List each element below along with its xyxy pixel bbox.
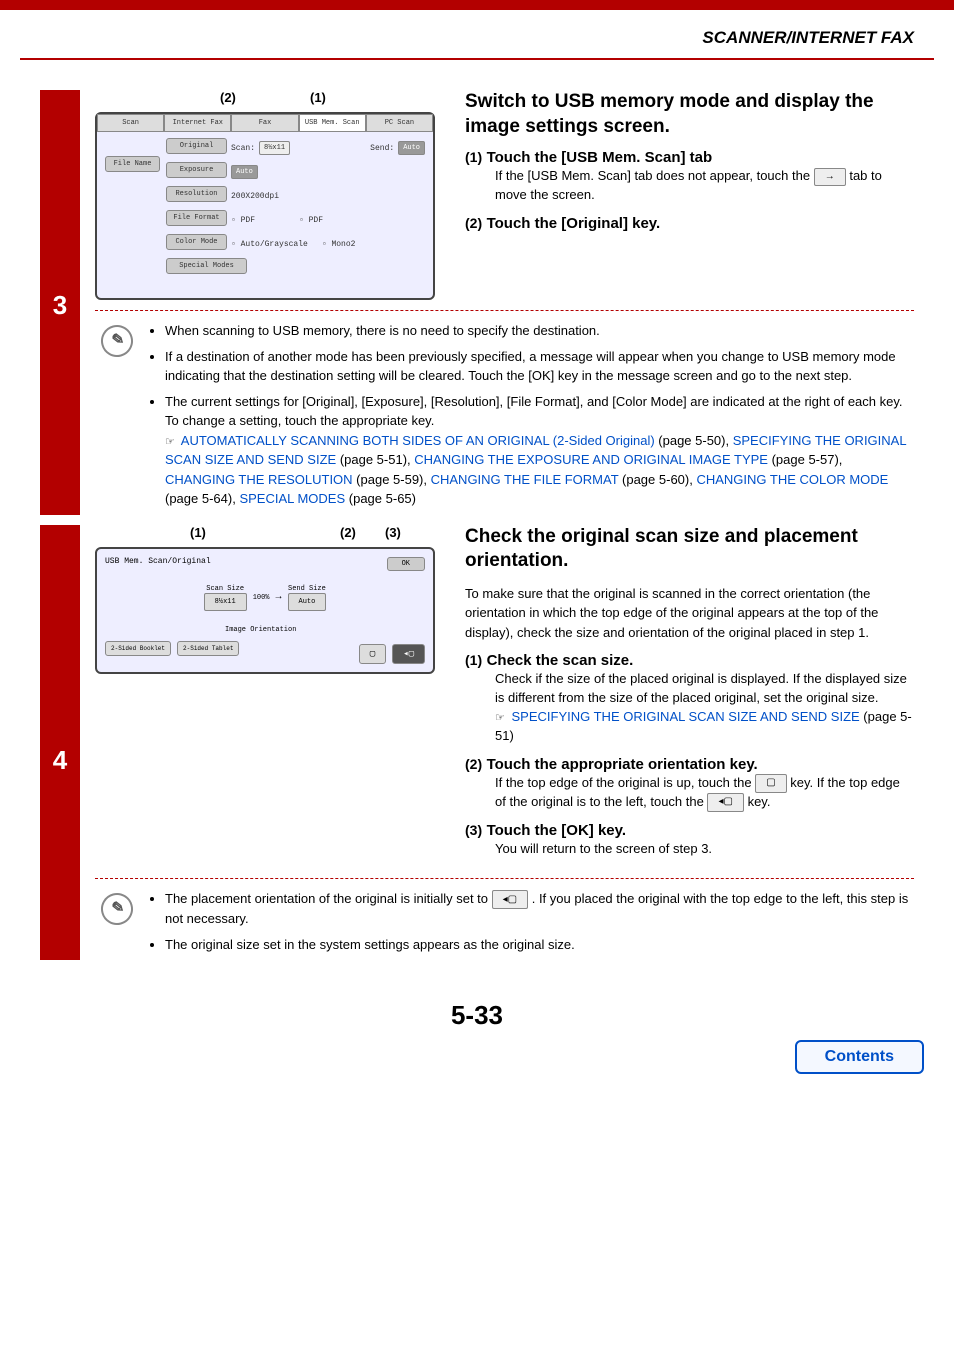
percent-label: 100% (253, 594, 270, 602)
usb-scan-panel: Scan Internet Fax Fax USB Mem. Scan PC S… (95, 112, 435, 300)
scan-size-button[interactable]: 8½x11 (204, 593, 247, 611)
orientation-up-icon: ▢ (755, 774, 786, 793)
original-panel: USB Mem. Scan/Original OK Scan Size 8½x1… (95, 547, 435, 674)
note-item: If a destination of another mode has bee… (165, 347, 914, 386)
panel-tabs: Scan Internet Fax Fax USB Mem. Scan PC S… (97, 114, 433, 132)
step-number: 3 (40, 90, 80, 515)
arrow-right-icon: → (814, 168, 846, 187)
step4-sub3-title: Touch the [OK] key. (487, 822, 626, 839)
step4-sub1-title: Check the scan size. (487, 652, 634, 669)
exposure-button[interactable]: Exposure (166, 162, 227, 178)
step4-sub3-num: (3) (465, 822, 482, 838)
exposure-value: Auto (231, 165, 258, 179)
send-size-label: Send Size (288, 585, 327, 593)
dashed-divider (95, 878, 914, 879)
link-fileformat[interactable]: CHANGING THE FILE FORMAT (431, 472, 619, 487)
step4-sub2-title: Touch the appropriate orientation key. (487, 756, 758, 773)
note-item: When scanning to USB memory, there is no… (165, 321, 914, 341)
callout-3: (3) (385, 525, 401, 540)
file-format-2: PDF (309, 216, 323, 225)
scan-label: Scan: (231, 144, 255, 153)
orientation-left-button[interactable]: ◂▢ (392, 644, 425, 664)
step3-sub1-title: Touch the [USB Mem. Scan] tab (487, 149, 713, 166)
special-modes-button[interactable]: Special Modes (166, 258, 247, 274)
color-mode-button[interactable]: Color Mode (166, 234, 227, 250)
step3-sub1-text-a: If the [USB Mem. Scan] tab does not appe… (495, 168, 814, 183)
step3-sub2-num: (2) (465, 215, 482, 231)
send-size-button[interactable]: Auto (288, 593, 327, 611)
orientation-left-icon: ◂▢ (707, 793, 743, 812)
tab-pc-scan[interactable]: PC Scan (366, 114, 433, 131)
section-header: SCANNER/INTERNET FAX (0, 10, 954, 54)
color-mode-1: Auto/Grayscale (241, 240, 308, 249)
color-mode-2: Mono2 (331, 240, 355, 249)
callout-1: (1) (310, 90, 326, 105)
tab-usb-mem-scan[interactable]: USB Mem. Scan (299, 114, 366, 131)
page-number: 5-33 (0, 1000, 954, 1031)
step4-sub3-text: You will return to the screen of step 3. (495, 840, 914, 859)
file-name-button[interactable]: File Name (105, 156, 160, 172)
note-item: The original size set in the system sett… (165, 935, 914, 955)
step3-sub1-num: (1) (465, 149, 482, 165)
step-number: 4 (40, 525, 80, 961)
step3-notes: When scanning to USB memory, there is no… (147, 321, 914, 515)
contents-button[interactable]: Contents (795, 1040, 924, 1074)
resolution-value: 200X200dpi (231, 192, 279, 201)
top-red-bar (0, 0, 954, 10)
2sided-tablet-button[interactable]: 2-Sided Tablet (177, 641, 239, 656)
step4-sub1-num: (1) (465, 652, 482, 668)
callout-2: (2) (220, 90, 236, 105)
step4-sub2-c: key. (748, 794, 771, 809)
file-format-1: PDF (241, 216, 255, 225)
link-2sided[interactable]: AUTOMATICALLY SCANNING BOTH SIDES OF AN … (181, 433, 655, 448)
step-4: 4 (1) (2) (3) USB Mem. Scan/Original OK (40, 525, 914, 961)
tab-internet-fax[interactable]: Internet Fax (164, 114, 231, 131)
panel2-callouts: (1) (2) (3) (95, 525, 435, 543)
original-button[interactable]: Original (166, 138, 227, 154)
step4-sub2-a: If the top edge of the original is up, t… (495, 775, 755, 790)
scan-value: 8½x11 (259, 141, 290, 155)
orientation-label: Image Orientation (105, 626, 296, 634)
send-value: Auto (398, 141, 425, 155)
step4-intro: To make sure that the original is scanne… (465, 584, 914, 643)
link-specialmodes[interactable]: SPECIAL MODES (239, 491, 345, 506)
2sided-booklet-button[interactable]: 2-Sided Booklet (105, 641, 171, 656)
ok-button[interactable]: OK (387, 557, 425, 571)
step4-sub1-text: Check if the size of the placed original… (495, 671, 907, 705)
callout-2: (2) (340, 525, 356, 540)
scan-size-label: Scan Size (204, 585, 247, 593)
file-format-button[interactable]: File Format (166, 210, 227, 226)
step-3: 3 (2) (1) Scan Internet Fax Fax USB Mem.… (40, 90, 914, 515)
panel2-title: USB Mem. Scan/Original (105, 557, 211, 566)
link-colormode[interactable]: CHANGING THE COLOR MODE (696, 472, 888, 487)
resolution-button[interactable]: Resolution (166, 186, 227, 202)
note-item: The placement orientation of the origina… (165, 889, 914, 929)
step4-sub2-num: (2) (465, 756, 482, 772)
panel-callouts: (2) (1) (95, 90, 435, 108)
link-exposure[interactable]: CHANGING THE EXPOSURE AND ORIGINAL IMAGE… (414, 452, 768, 467)
step3-title: Switch to USB memory mode and display th… (465, 90, 914, 139)
step4-title: Check the original scan size and placeme… (465, 525, 914, 574)
step4-notes: The placement orientation of the origina… (147, 889, 914, 960)
orientation-left-icon: ◂▢ (492, 890, 528, 909)
tab-scan[interactable]: Scan (97, 114, 164, 131)
link-scan-send-size[interactable]: SPECIFYING THE ORIGINAL SCAN SIZE AND SE… (512, 709, 860, 724)
callout-1: (1) (190, 525, 206, 540)
note-icon: ✎ (97, 321, 136, 360)
step3-sub2-title: Touch the [Original] key. (487, 215, 661, 232)
tab-fax[interactable]: Fax (231, 114, 298, 131)
orientation-up-button[interactable]: ▢ (359, 644, 386, 664)
note-icon: ✎ (97, 890, 136, 929)
reference-icon: ☞ (495, 712, 505, 724)
note-item: The current settings for [Original], [Ex… (165, 392, 914, 509)
send-label: Send: (370, 144, 394, 153)
link-resolution[interactable]: CHANGING THE RESOLUTION (165, 472, 353, 487)
reference-icon: ☞ (165, 436, 175, 448)
arrow-icon: → (276, 592, 282, 603)
dashed-divider (95, 310, 914, 311)
